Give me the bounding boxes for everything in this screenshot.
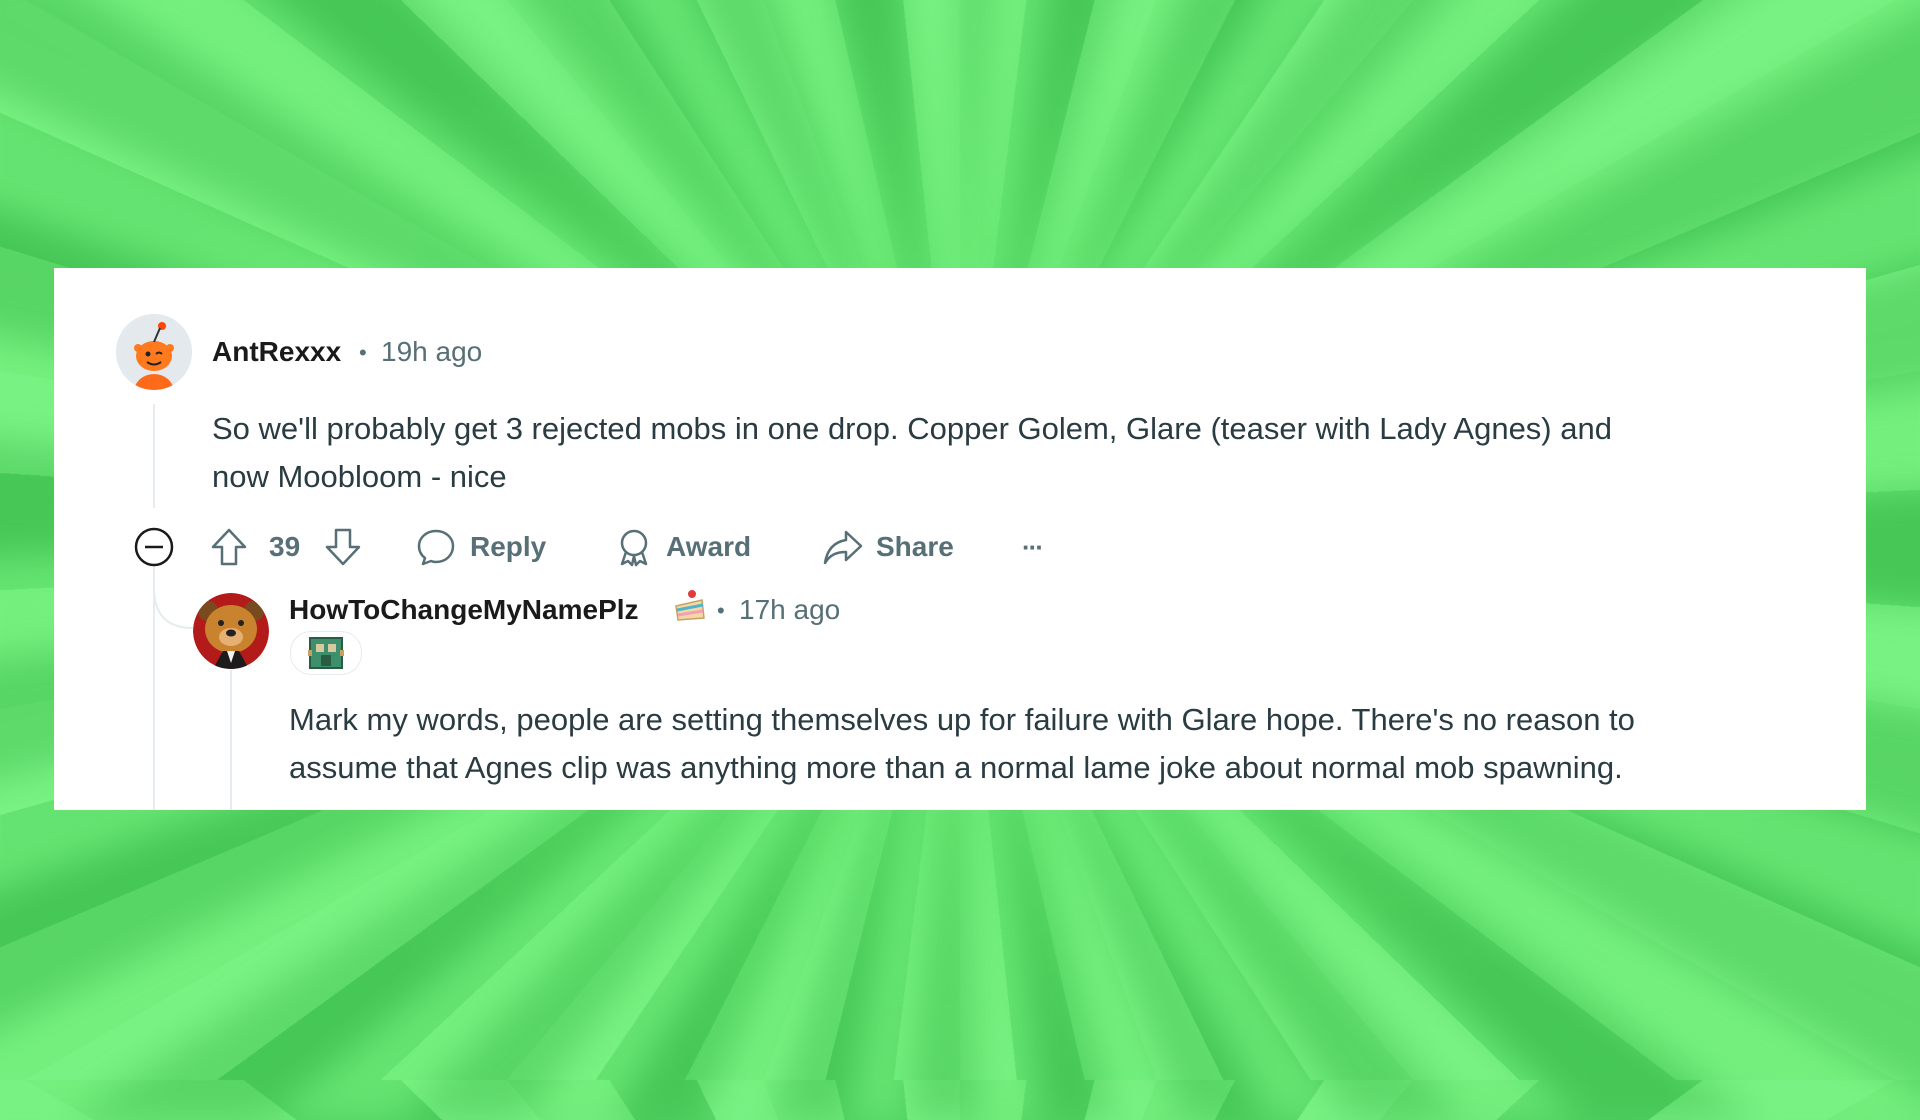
- flair-icon: [308, 637, 344, 669]
- cake-icon: [672, 588, 708, 629]
- upvote-icon: [211, 528, 247, 566]
- bear-avatar-icon: [193, 593, 269, 669]
- reply-label: Reply: [470, 531, 547, 562]
- thread-line-top: [153, 404, 155, 508]
- downvote-button[interactable]: [324, 525, 362, 569]
- collapse-button[interactable]: [134, 525, 174, 569]
- award-icon: [620, 529, 648, 567]
- avatar[interactable]: [116, 314, 192, 390]
- comment-timestamp[interactable]: 17h ago: [739, 594, 840, 626]
- reply-button[interactable]: Reply: [416, 525, 546, 569]
- comment-thread-card: AntRexxx • 19h ago So we'll probably get…: [54, 268, 1866, 810]
- comment-body-line: now Moobloom - nice: [212, 459, 507, 494]
- collapse-icon: [134, 527, 174, 567]
- award-label: Award: [666, 531, 752, 562]
- share-label: Share: [876, 531, 954, 562]
- comment-author[interactable]: AntRexxx: [212, 336, 341, 368]
- downvote-icon: [325, 528, 361, 566]
- comment-body-line: Mark my words, people are setting themse…: [289, 702, 1635, 737]
- comment-body-line: So we'll probably get 3 rejected mobs in…: [212, 411, 1612, 446]
- comment-author[interactable]: HowToChangeMyNamePlz: [289, 594, 639, 626]
- share-icon: [823, 530, 863, 565]
- thread-line-reply: [230, 670, 232, 810]
- comment-timestamp[interactable]: 19h ago: [381, 336, 482, 368]
- share-button[interactable]: Share: [822, 525, 954, 569]
- award-button[interactable]: Award: [614, 525, 751, 569]
- meta-separator: •: [359, 340, 367, 365]
- more-icon: ···: [1022, 531, 1044, 562]
- avatar[interactable]: [193, 593, 269, 669]
- comment-body-line: assume that Agnes clip was anything more…: [289, 750, 1623, 785]
- vote-count: 39: [269, 531, 301, 562]
- reply-icon: [417, 529, 455, 566]
- more-options-button[interactable]: ···: [1022, 525, 1044, 569]
- snoo-avatar-icon: [116, 314, 192, 390]
- meta-separator: •: [717, 598, 725, 623]
- upvote-button[interactable]: [210, 525, 248, 569]
- user-flair: [290, 631, 362, 675]
